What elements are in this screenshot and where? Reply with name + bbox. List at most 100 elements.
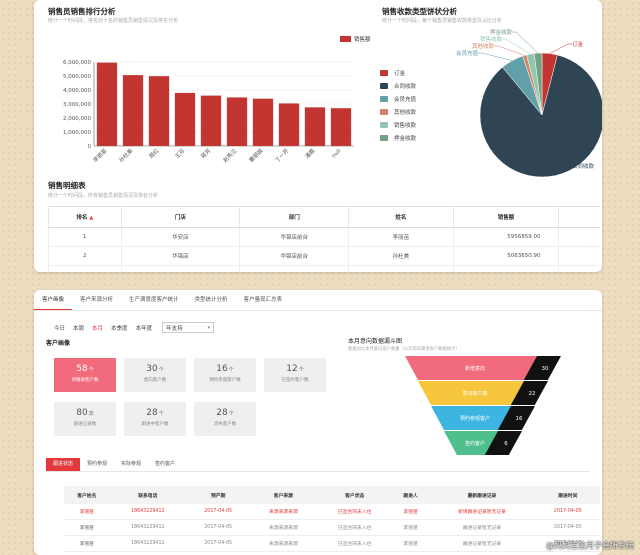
kpi-number: 30 xyxy=(146,364,158,374)
table-cell: 华美店前台 xyxy=(239,265,349,272)
y-tick-label: 6,000,000 xyxy=(63,60,91,66)
table-row[interactable]: 3华美店华美店前台周红4986641.80 xyxy=(48,265,600,272)
kpi-card[interactable]: 30个 意向客户数 xyxy=(124,358,186,392)
bar[interactable] xyxy=(96,62,118,146)
sub-tab-item[interactable]: 预约参观 xyxy=(80,458,114,471)
funnel-level-label: 意向客户数 xyxy=(462,390,487,397)
sales-detail-subtitle: 统计一个时间段，所有销售员销售情况及排名分析 xyxy=(48,193,159,199)
tab-item[interactable]: 客户来源分析 xyxy=(72,290,121,310)
pie-legend-item[interactable]: 订金 xyxy=(380,66,416,79)
table-cell: 2017-04-05 xyxy=(186,551,251,555)
table-cell: 2017-04-05 xyxy=(186,504,251,520)
column-header: 预产期 xyxy=(186,486,251,504)
bar[interactable] xyxy=(226,97,248,146)
filter-option[interactable]: 本月 xyxy=(92,324,103,332)
column-header: 客户状态 xyxy=(316,486,393,504)
sales-ranking-title: 销售员销售排行分析 xyxy=(48,7,116,16)
col-name: 姓名 xyxy=(348,206,454,228)
kpi-card[interactable]: 28个跟进中客户数 xyxy=(124,402,186,436)
kpi-label: 待跟进客户数 xyxy=(71,378,99,383)
tab-item[interactable]: 生产满意度客户统计 xyxy=(121,290,187,310)
bar[interactable] xyxy=(278,103,300,146)
year-select-value: 年支持 xyxy=(166,325,183,332)
table-row[interactable]: 李丽苗186432294122017-04-05来源来源来源已签合同未入住李丽苗… xyxy=(64,551,600,555)
sub-tab-item[interactable]: 实际参观 xyxy=(114,458,148,471)
table-row[interactable]: 李丽苗186432294122017-04-05来源来源来源已签合同未入住李丽苗… xyxy=(64,504,600,520)
pie-legend-item[interactable]: 合同收款 xyxy=(380,79,416,92)
table-cell: 华安店 xyxy=(120,227,240,247)
kpi-unit: 个 xyxy=(228,411,234,417)
x-tick-label: 王芬 xyxy=(173,146,187,160)
legend-swatch xyxy=(380,95,388,102)
kpi-label: 跟进中客户数 xyxy=(141,422,169,427)
kpi-number: 28 xyxy=(146,408,158,418)
col-rank[interactable]: 排名 ▲ xyxy=(48,206,122,228)
table-cell: 李丽苗 xyxy=(392,519,429,536)
x-tick-label: 丁一芹 xyxy=(273,146,291,164)
bar[interactable] xyxy=(252,98,274,146)
table-cell: 周红 xyxy=(348,265,454,272)
pie-legend-item[interactable]: 其他收款 xyxy=(380,105,416,118)
bar[interactable] xyxy=(304,107,326,146)
table-cell: 4986641.80 xyxy=(452,265,559,272)
filter-option[interactable]: 本年度 xyxy=(136,324,153,332)
pie-legend-item[interactable]: 会员充值 xyxy=(380,92,416,105)
pie-slice-label: 销售收款 xyxy=(480,35,503,43)
table-cell xyxy=(558,246,600,266)
kpi-value: 58个 xyxy=(54,364,116,374)
x-tick-label: 孙杜美 xyxy=(117,146,135,164)
table-cell: 来源来源来源 xyxy=(250,535,317,552)
funnel-value: 30 xyxy=(542,366,549,372)
sub-tab-item[interactable]: 签约客户 xyxy=(148,458,182,471)
bar[interactable] xyxy=(148,76,170,146)
kpi-card[interactable]: 16个 预约参观客户数 xyxy=(194,358,256,392)
pie-legend-item[interactable]: 押金收款 xyxy=(380,131,416,144)
sort-icon[interactable]: ▲ xyxy=(89,215,93,221)
filter-option[interactable]: 本周 xyxy=(73,324,84,332)
y-tick-label: 1,000,000 xyxy=(63,130,91,136)
table-cell: 18643229412 xyxy=(109,551,187,555)
tab-item[interactable]: 客户画像 xyxy=(34,290,73,310)
col-extra xyxy=(558,206,600,228)
kpi-card[interactable]: 12个 已签约客户数 xyxy=(264,358,326,392)
sub-tabs: 跟进状态 预约参观 实际参观 签约客户 xyxy=(46,458,590,472)
table-cell: 跟进记录暂无记录 xyxy=(428,551,536,555)
pie-legend-item[interactable]: 销售收款 xyxy=(380,118,416,131)
tab-item[interactable]: 类型统计分析 xyxy=(187,290,236,310)
y-tick-label: 5,000,000 xyxy=(63,74,91,80)
table-cell: 李丽苗 xyxy=(64,504,110,520)
table-cell: 李丽苗 xyxy=(392,551,429,555)
table-cell: 李丽苗 xyxy=(64,551,110,555)
table-row[interactable]: 2 华锦店 华锦店前台 孙杜美 5063650.90 xyxy=(48,246,600,266)
kpi-number: 80 xyxy=(76,408,88,418)
filter-option[interactable]: 本季度 xyxy=(111,324,128,332)
sub-tab-item[interactable]: 跟进状态 xyxy=(46,458,81,471)
kpi-label: 流失客户数 xyxy=(213,422,237,427)
y-tick-label: 3,000,000 xyxy=(63,102,91,108)
table-cell: 18643229412 xyxy=(109,504,187,520)
tab-item[interactable]: 客户量现汇总表 xyxy=(236,290,291,310)
bar[interactable] xyxy=(174,92,196,146)
table-row[interactable]: 李丽苗186432294122017-04-05来源来源来源已签合同未入住李丽苗… xyxy=(64,535,600,552)
kpi-unit: 个 xyxy=(158,411,164,417)
kpi-card[interactable]: 28个 流失客户数 xyxy=(194,402,256,436)
kpi-unit: 个 xyxy=(88,367,94,373)
kpi-card[interactable]: 80次 跟进记录数 xyxy=(54,402,116,436)
table-row[interactable]: 李丽苗186432294122017-04-05来源来源来源已签合同未入住李丽苗… xyxy=(64,519,600,536)
kpi-value: 16个 xyxy=(194,364,256,374)
bar[interactable] xyxy=(330,108,352,146)
funnel-value: 6 xyxy=(504,441,508,447)
kpi-label: 跟进记录数 xyxy=(73,422,97,427)
bar[interactable] xyxy=(200,95,222,146)
col-dept: 部门 xyxy=(239,206,349,228)
time-filters: 今日 本周 本月 本季度 本年度 年支持 ▾ xyxy=(54,322,215,333)
table-cell: 已签合同未入住 xyxy=(316,519,393,536)
year-select[interactable]: 年支持 ▾ xyxy=(162,322,215,333)
table-cell: 华美店 xyxy=(120,265,240,272)
sales-ranking-bar-chart: 6,000,000 5,000,000 4,000,000 3,000,000 2,00… xyxy=(63,60,354,164)
column-header: 跟进时间 xyxy=(535,486,600,504)
bar[interactable] xyxy=(122,75,144,146)
filter-option[interactable]: 今日 xyxy=(54,324,65,332)
table-row[interactable]: 1 华安店 华锦店前台 李丽苗 5956859.00 xyxy=(48,227,600,247)
kpi-card[interactable]: 58个待跟进客户数 xyxy=(54,358,116,392)
